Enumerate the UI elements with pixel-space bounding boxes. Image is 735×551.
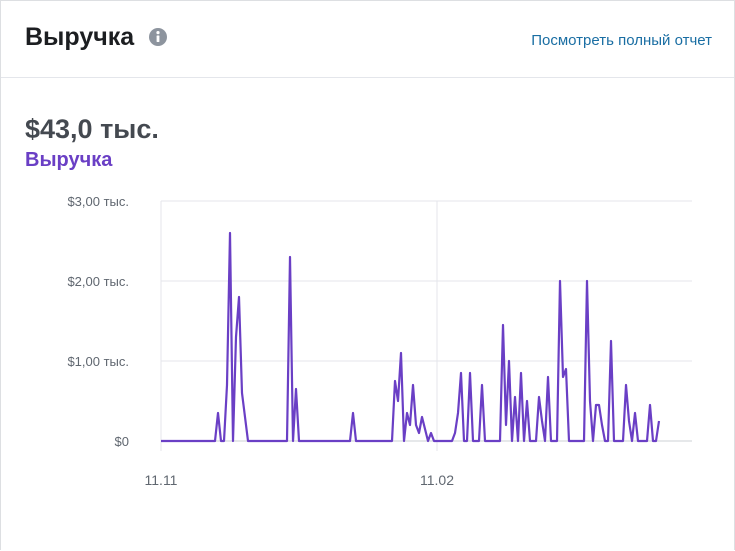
y-tick-label: $2,00 тыс.	[67, 274, 129, 289]
y-axis: $0 $1,00 тыс. $2,00 тыс. $3,00 тыс.	[67, 194, 129, 449]
revenue-line-chart: $0$1,00 тыс.$2,00 тыс.$3,00 тыс. 11.11 11…	[67, 194, 692, 488]
series-line	[161, 231, 661, 443]
y-tick-label: $3,00 тыс.	[67, 194, 129, 209]
series-layer	[161, 231, 661, 443]
x-tick-label: 11.11	[145, 472, 178, 488]
x-tick-label: 11.02	[420, 472, 454, 488]
revenue-card: Выручка Посмотреть полный отчет $43,0 ты…	[0, 0, 735, 550]
y-tick-label: $0	[115, 434, 129, 449]
y-tick-label: $1,00 тыс.	[67, 354, 129, 369]
x-axis: 11.11 11.02	[145, 472, 455, 488]
